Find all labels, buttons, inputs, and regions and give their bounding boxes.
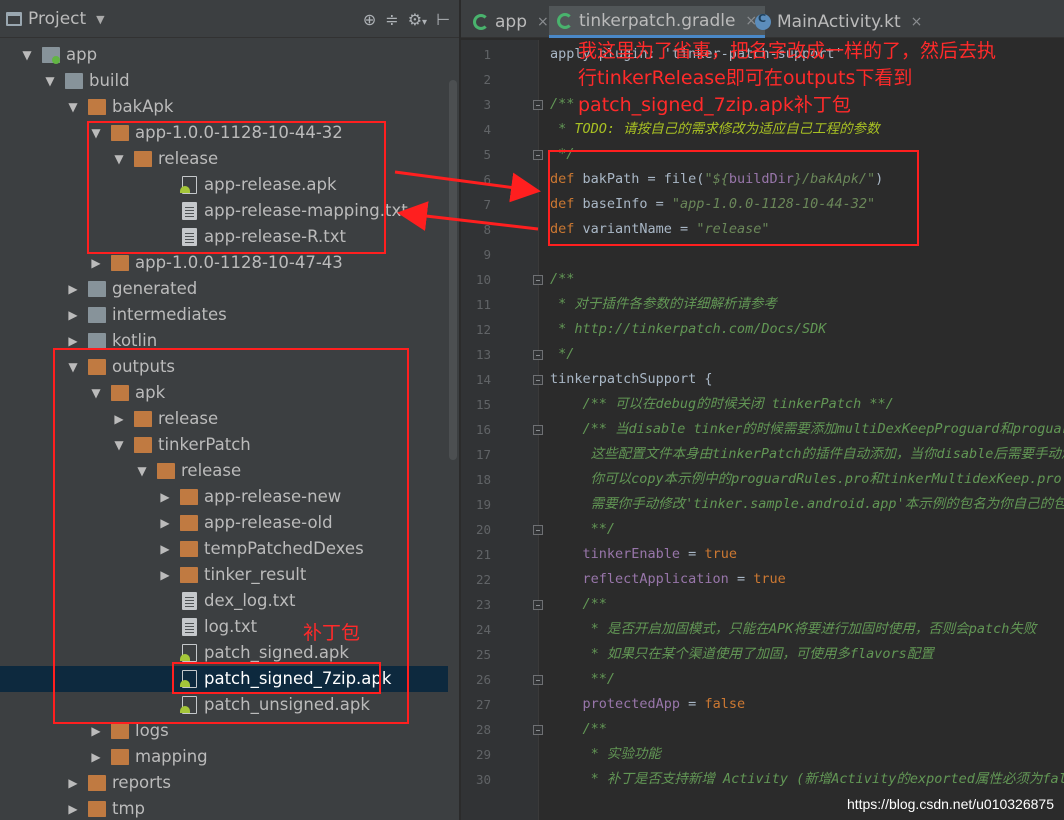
annotation-line-2: 行tinkerRelease即可在outputs下看到 xyxy=(578,67,913,89)
annotation-arrows xyxy=(394,170,541,232)
arrow-to-code xyxy=(394,170,541,203)
annotation-line-1: 我这里为了省事，把名字改成一样的了，然后去执 xyxy=(578,40,997,62)
annotation-note-top: 我这里为了省事，把名字改成一样的了，然后去执 行tinkerRelease即可在… xyxy=(578,38,996,119)
watermark: https://blog.csdn.net/u010326875 xyxy=(846,796,1054,812)
annotation-line-3: patch_signed_7zip.apk补丁包 xyxy=(578,94,851,116)
annotation-patch-label: 补丁包 xyxy=(303,622,361,644)
arrow-to-tree xyxy=(397,201,539,232)
